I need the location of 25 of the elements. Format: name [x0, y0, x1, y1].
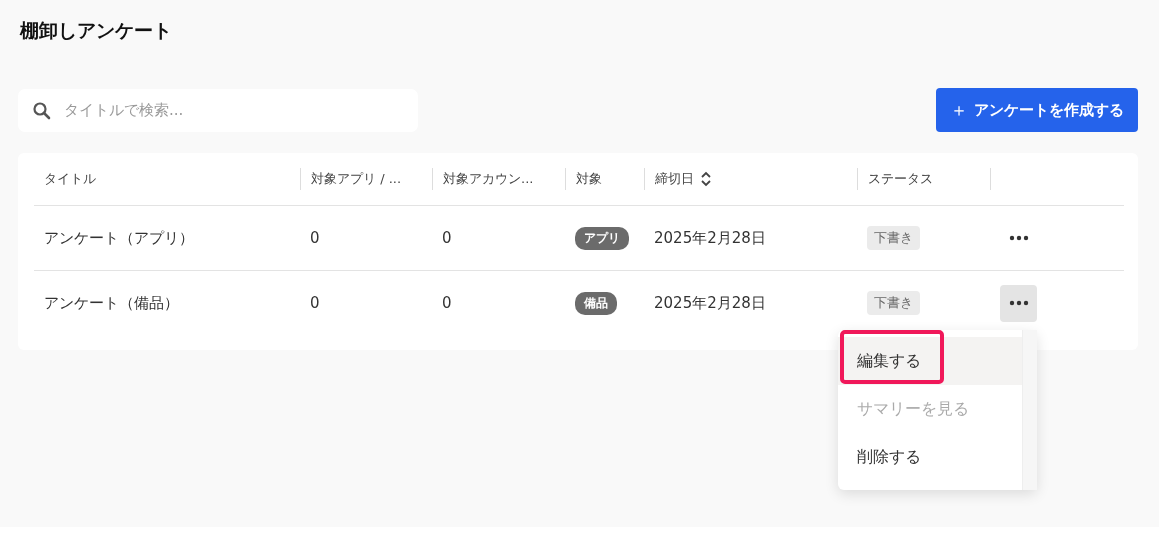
target-tag: 備品 — [575, 291, 617, 315]
more-icon — [1008, 235, 1029, 241]
column-header: タイトル — [43, 170, 97, 188]
table-cell-text: アンケート（アプリ） — [43, 228, 195, 248]
table-cell-text: アンケート（備品） — [43, 293, 180, 313]
table-cell-text: 0 — [441, 229, 453, 247]
table-cell-text: 0 — [309, 294, 321, 312]
menu-item[interactable]: 編集する — [838, 337, 1022, 385]
column-header: 対象アプリ / ... — [300, 168, 432, 190]
search-field[interactable]: タイトルで検索... — [18, 88, 418, 132]
status-tag: 下書き — [867, 226, 920, 250]
column-header: ステータス — [857, 168, 990, 190]
more-button[interactable] — [1000, 284, 1037, 322]
more-icon — [1008, 300, 1029, 306]
create-survey-button[interactable]: ＋ アンケートを作成する — [936, 88, 1138, 132]
target-tag: アプリ — [575, 226, 629, 250]
table-cell-text: 0 — [309, 229, 321, 247]
page-title: 棚卸しアンケート — [18, 18, 173, 43]
column-header[interactable]: 締切日 — [644, 168, 857, 190]
column-header: 対象 — [565, 168, 644, 190]
table-cell-text: 2025年2月28日 — [653, 293, 767, 313]
status-tag: 下書き — [867, 291, 920, 315]
column-header: 対象アカウン... — [432, 168, 565, 190]
table-cell-text: 2025年2月28日 — [653, 228, 767, 248]
table-cell-text: 0 — [441, 294, 453, 312]
